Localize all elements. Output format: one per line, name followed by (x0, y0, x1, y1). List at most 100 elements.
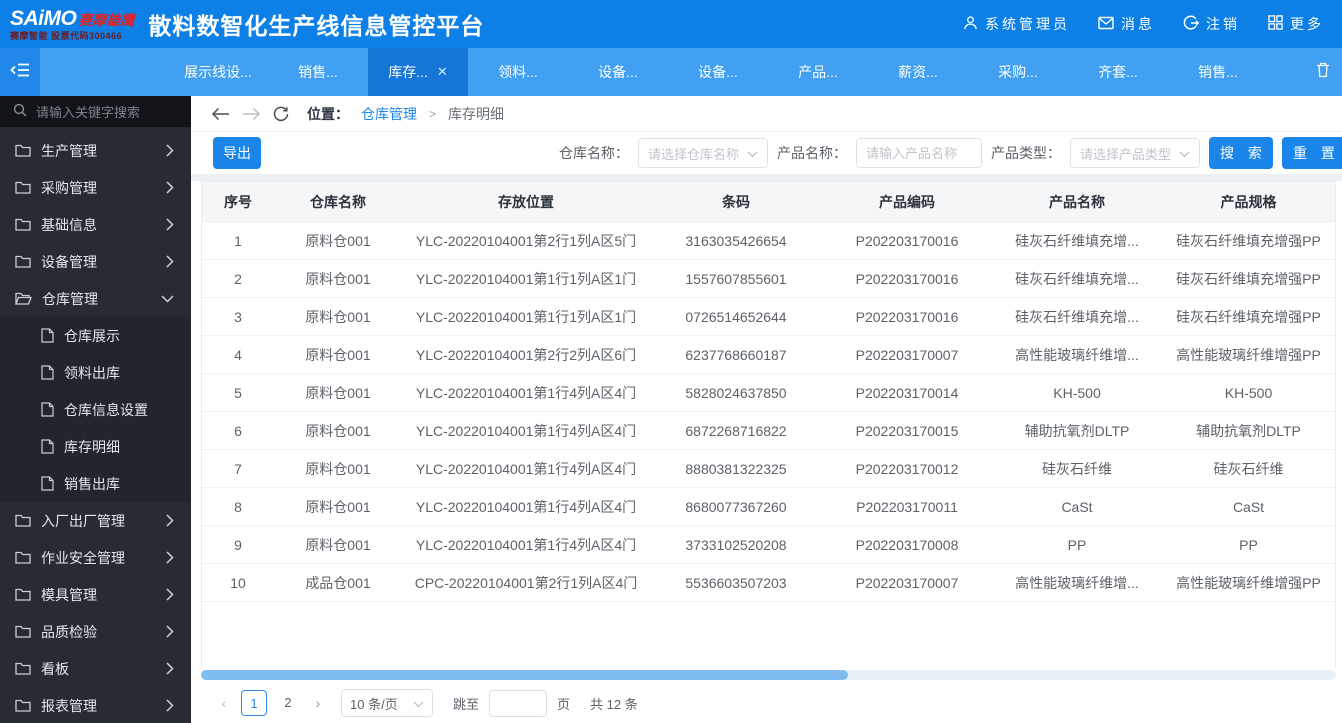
folder-icon (15, 699, 31, 712)
table-cell: KH-500 (992, 373, 1162, 412)
tab-产品[interactable]: 产品... (768, 48, 868, 96)
tab-销售[interactable]: 销售... (1168, 48, 1268, 96)
tab-设备[interactable]: 设备... (668, 48, 768, 96)
page-number-2[interactable]: 2 (275, 690, 301, 716)
warehouse-name-label: 仓库名称： (559, 145, 629, 161)
folder-icon (15, 255, 31, 268)
sidebar-subitem-仓库信息设置[interactable]: 仓库信息设置 (0, 391, 191, 428)
page-numbers: 12 (241, 690, 301, 716)
sidebar-item-仓库管理[interactable]: 仓库管理 (0, 280, 191, 317)
forward-button[interactable] (242, 107, 261, 121)
search-button[interactable]: 搜 索 (1209, 137, 1273, 169)
table-cell: 原料仓001 (274, 487, 402, 526)
user-menu[interactable]: 系统管理员 (963, 14, 1070, 34)
table-cell: P202203170016 (822, 297, 992, 336)
user-label: 系统管理员 (985, 16, 1070, 32)
horizontal-scrollbar-thumb[interactable] (201, 670, 848, 680)
table-cell: 3733102520208 (650, 525, 822, 564)
sidebar-collapse-button[interactable] (0, 48, 40, 96)
tab-销售[interactable]: 销售... (268, 48, 368, 96)
sidebar-subitem-库存明细[interactable]: 库存明细 (0, 428, 191, 465)
sidebar-item-生产管理[interactable]: 生产管理 (0, 132, 191, 169)
reset-button[interactable]: 重 置 (1282, 137, 1342, 169)
sidebar-item-label: 品质检验 (41, 623, 97, 640)
sidebar-item-报表管理[interactable]: 报表管理 (0, 687, 191, 723)
table-cell: 5536603507203 (650, 563, 822, 602)
tab-close-icon[interactable]: ✕ (437, 64, 448, 80)
refresh-button[interactable] (273, 106, 289, 122)
table-row: 1 原料仓001 YLC-20220104001第2行1列A区5门 316303542… (202, 221, 1335, 260)
tab-领料[interactable]: 领料... (468, 48, 568, 96)
tab-bar: 展示线设... 销售... 库存... ✕ 领料... 设备... 设备... 产品... 薪资… (0, 48, 1342, 96)
sidebar-subitem-领料出库[interactable]: 领料出库 (0, 354, 191, 391)
user-icon (963, 15, 978, 34)
jump-to-page-input[interactable] (489, 689, 548, 717)
app-body: 请输入关键字搜索 生产管理 采购管理 基础信息 设备管理 仓库管理 仓库展示 领料出库 仓库信… (0, 96, 1342, 723)
tab-展示线设[interactable]: 展示线设... (168, 48, 268, 96)
sidebar-subitem-仓库展示[interactable]: 仓库展示 (0, 317, 191, 354)
sidebar-subitem-销售出库[interactable]: 销售出库 (0, 465, 191, 502)
back-button[interactable] (211, 107, 230, 121)
hamburger-icon (10, 62, 30, 83)
document-icon (41, 439, 54, 454)
table-cell: 6237768660187 (650, 335, 822, 374)
product-name-input[interactable] (856, 138, 982, 168)
table-cell: 硅灰石纤维填充增强PP (1162, 297, 1335, 336)
next-page-button[interactable]: › (311, 695, 325, 711)
warehouse-name-select[interactable]: 请选择仓库名称 (638, 138, 768, 168)
table-row: 7 原料仓001 YLC-20220104001第1行4列A区4门 888038132… (202, 449, 1335, 488)
tab-薪资[interactable]: 薪资... (868, 48, 968, 96)
sidebar-item-设备管理[interactable]: 设备管理 (0, 243, 191, 280)
more-button[interactable]: 更多 (1268, 14, 1324, 34)
sidebar-item-模具管理[interactable]: 模具管理 (0, 576, 191, 613)
table-cell: 0726514652644 (650, 297, 822, 336)
page-number-1[interactable]: 1 (241, 690, 267, 716)
column-header-序号: 序号 (202, 181, 274, 222)
folder-icon (15, 218, 31, 231)
messages-button[interactable]: 消息 (1098, 14, 1155, 34)
sidebar-subitem-label: 领料出库 (64, 364, 120, 381)
tab-label: 销售... (298, 64, 338, 80)
tab-齐套[interactable]: 齐套... (1068, 48, 1168, 96)
table-cell: YLC-20220104001第1行4列A区4门 (402, 373, 650, 412)
sidebar-item-品质检验[interactable]: 品质检验 (0, 613, 191, 650)
close-all-tabs-button[interactable] (1304, 48, 1342, 96)
tab-设备[interactable]: 设备... (568, 48, 668, 96)
tab-采购[interactable]: 采购... (968, 48, 1068, 96)
table-cell: 硅灰石纤维填充增... (992, 297, 1162, 336)
table-cell: YLC-20220104001第1行4列A区4门 (402, 487, 650, 526)
sidebar-item-看板[interactable]: 看板 (0, 650, 191, 687)
table-row: 3 原料仓001 YLC-20220104001第1行1列A区1门 072651465… (202, 297, 1335, 336)
page-size-value: 10 条/页 (350, 696, 398, 712)
table-cell: 辅助抗氧剂DLTP (992, 411, 1162, 450)
sidebar-item-label: 基础信息 (41, 216, 97, 233)
table-cell: P202203170011 (822, 487, 992, 526)
chevron-right-icon (166, 218, 174, 231)
tab-库存[interactable]: 库存... ✕ (368, 48, 468, 96)
prev-page-button[interactable]: ‹ (217, 695, 231, 711)
sidebar-search-box[interactable]: 请输入关键字搜索 (0, 96, 191, 127)
sidebar-item-入厂出厂管理[interactable]: 入厂出厂管理 (0, 502, 191, 539)
table-cell: 8880381322325 (650, 449, 822, 488)
more-label: 更多 (1290, 16, 1324, 32)
export-button[interactable]: 导出 (213, 137, 261, 169)
breadcrumb-parent-link[interactable]: 仓库管理 (361, 104, 417, 124)
page-size-select[interactable]: 10 条/页 (341, 689, 433, 717)
sidebar-item-采购管理[interactable]: 采购管理 (0, 169, 191, 206)
table-cell: 6872268716822 (650, 411, 822, 450)
sidebar-item-作业安全管理[interactable]: 作业安全管理 (0, 539, 191, 576)
table-cell: YLC-20220104001第2行2列A区6门 (402, 335, 650, 374)
horizontal-scrollbar[interactable] (201, 670, 1336, 680)
table-cell: YLC-20220104001第1行4列A区4门 (402, 525, 650, 564)
table-cell: 1557607855601 (650, 259, 822, 298)
logout-button[interactable]: 注销 (1183, 14, 1240, 34)
table-cell: 原料仓001 (274, 259, 402, 298)
table-cell: 5 (202, 373, 274, 412)
chevron-down-icon (161, 294, 174, 303)
table-cell: 原料仓001 (274, 449, 402, 488)
sidebar-menu: 生产管理 采购管理基础信息设备管理仓库管理 仓库展示领料出库仓库信息设置 库存明细 销售… (0, 127, 191, 723)
sidebar-item-label: 设备管理 (41, 253, 97, 270)
sidebar-item-基础信息[interactable]: 基础信息 (0, 206, 191, 243)
product-type-select[interactable]: 请选择产品类型 (1070, 138, 1200, 168)
table-toolbar: 导出 仓库名称： 请选择仓库名称 产品名称： 产品类型： 请选择产品类型 搜 索… (191, 132, 1342, 174)
